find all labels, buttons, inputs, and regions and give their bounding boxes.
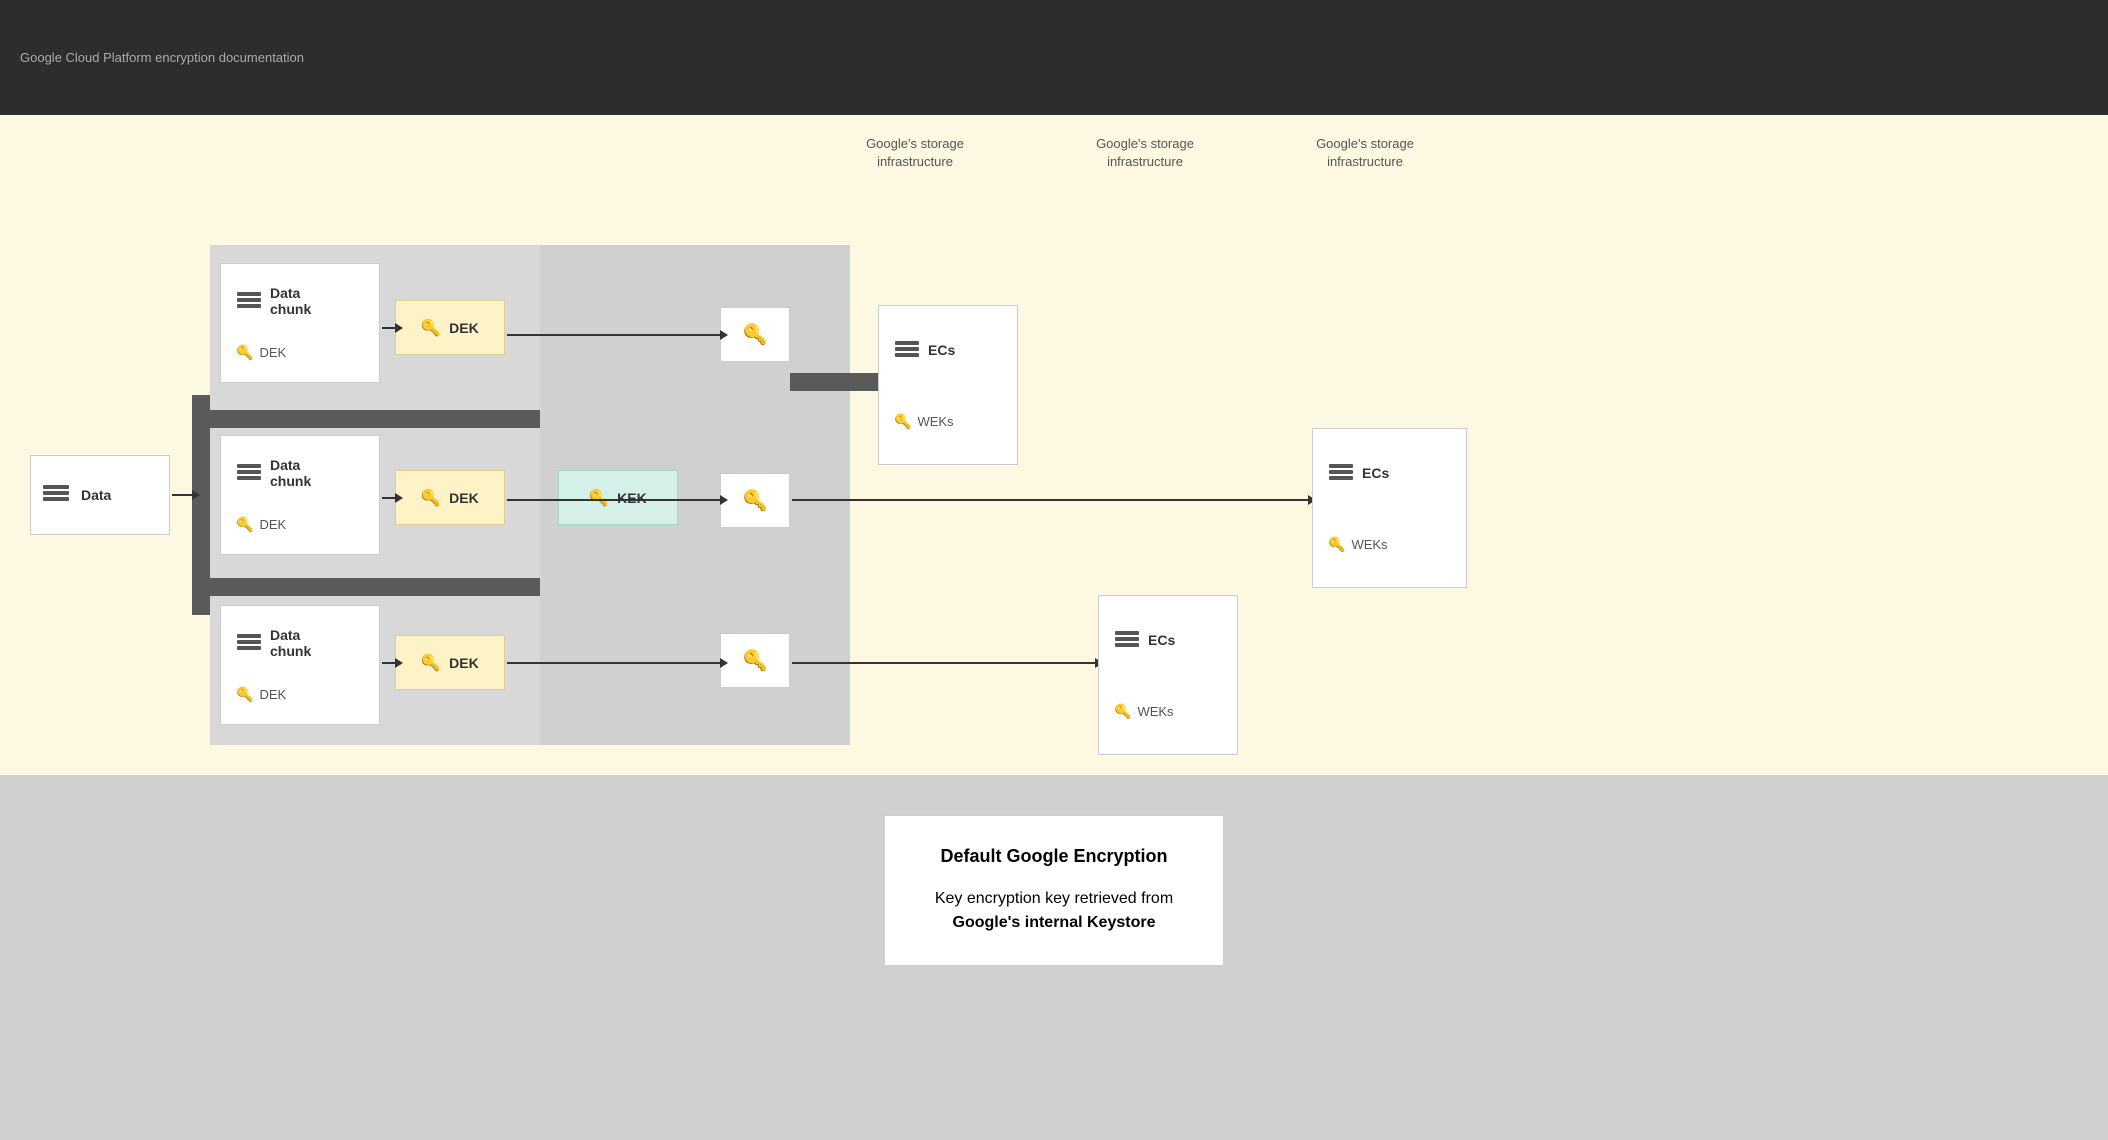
key2-to-storage2 xyxy=(792,499,1310,501)
section-label-1: Google's storageinfrastructure xyxy=(855,135,975,171)
arrow-data-to-bar xyxy=(172,494,194,496)
bottom-legend-area: Default Google Encryption Key encryption… xyxy=(0,775,2108,1140)
storage-box-3: ECs 🔑 WEKs xyxy=(1312,428,1467,588)
chunk-box-2: Datachunk 🔑 DEK xyxy=(220,435,380,555)
chunk3-db-icon xyxy=(236,633,262,653)
chunk3-label: Datachunk xyxy=(270,627,311,659)
dark-band-2 xyxy=(210,578,540,596)
dek-box-3: 🔑 DEK xyxy=(395,635,505,690)
key-symbol-2: 🔑 xyxy=(720,473,790,528)
legend-box: Default Google Encryption Key encryption… xyxy=(884,815,1224,966)
key-symbol-1: 🔑 xyxy=(720,307,790,362)
section-label-3: Google's storageinfrastructure xyxy=(1305,135,1425,171)
chunk2-dek: 🔑 DEK xyxy=(236,516,286,533)
section-label-2: Google's storageinfrastructure xyxy=(1085,135,1205,171)
chunk2-db-icon xyxy=(236,463,262,483)
storage-box-1: ECs 🔑 WEKs xyxy=(878,305,1018,465)
chunk1-db-icon xyxy=(236,291,262,311)
legend-title: Default Google Encryption xyxy=(935,846,1173,867)
chunk2-label: Datachunk xyxy=(270,457,311,489)
dek2-label: DEK xyxy=(449,490,479,506)
data-label: Data xyxy=(81,487,111,503)
ec1-label: ECs xyxy=(928,342,955,358)
chunk3-to-dek3 xyxy=(382,662,397,664)
data-box: Data xyxy=(30,455,170,535)
ec4-label: ECs xyxy=(1148,632,1175,648)
dek1-label: DEK xyxy=(449,320,479,336)
ec1-db-icon xyxy=(894,340,920,360)
dek1-to-key1 xyxy=(507,334,722,336)
wek4-label: 🔑 WEKs xyxy=(1114,703,1174,720)
dek3-to-key3 xyxy=(507,662,722,664)
v-bar-left xyxy=(192,395,210,615)
ec4-db-icon xyxy=(1114,630,1140,650)
dek-box-2: 🔑 DEK xyxy=(395,470,505,525)
key3-to-storage4 xyxy=(792,662,1097,664)
chunk1-to-dek1 xyxy=(382,327,397,329)
chunk1-label: Datachunk xyxy=(270,285,311,317)
dek3-label: DEK xyxy=(449,655,479,671)
legend-description: Key encryption key retrieved from Google… xyxy=(935,887,1173,935)
chunk-box-3: Datachunk 🔑 DEK xyxy=(220,605,380,725)
chunk-box-1: Datachunk 🔑 DEK xyxy=(220,263,380,383)
ec3-db-icon xyxy=(1328,463,1354,483)
wek1-label: 🔑 WEKs xyxy=(894,413,954,430)
key-symbol-3: 🔑 xyxy=(720,633,790,688)
ec3-label: ECs xyxy=(1362,465,1389,481)
wek3-label: 🔑 WEKs xyxy=(1328,536,1388,553)
chunk1-dek: 🔑 DEK xyxy=(236,344,286,361)
kek-box: 🔑 KEK xyxy=(558,470,678,525)
legend-keystore-text: Google's internal Keystore xyxy=(953,914,1156,931)
dek-box-1: 🔑 DEK xyxy=(395,300,505,355)
toolbar: Google Cloud Platform encryption documen… xyxy=(0,0,2108,115)
data-db-icon xyxy=(41,483,71,507)
toolbar-text: Google Cloud Platform encryption documen… xyxy=(20,50,304,65)
connector-bar-1 xyxy=(790,373,890,391)
dark-band-1 xyxy=(210,410,540,428)
chunk2-to-dek2 xyxy=(382,497,397,499)
dek2-to-key2 xyxy=(507,499,722,501)
chunk3-dek: 🔑 DEK xyxy=(236,686,286,703)
diagram-area: Google's storageinfrastructure Google's … xyxy=(0,115,2108,775)
storage-box-4: ECs 🔑 WEKs xyxy=(1098,595,1238,755)
kek-label: KEK xyxy=(617,490,647,506)
